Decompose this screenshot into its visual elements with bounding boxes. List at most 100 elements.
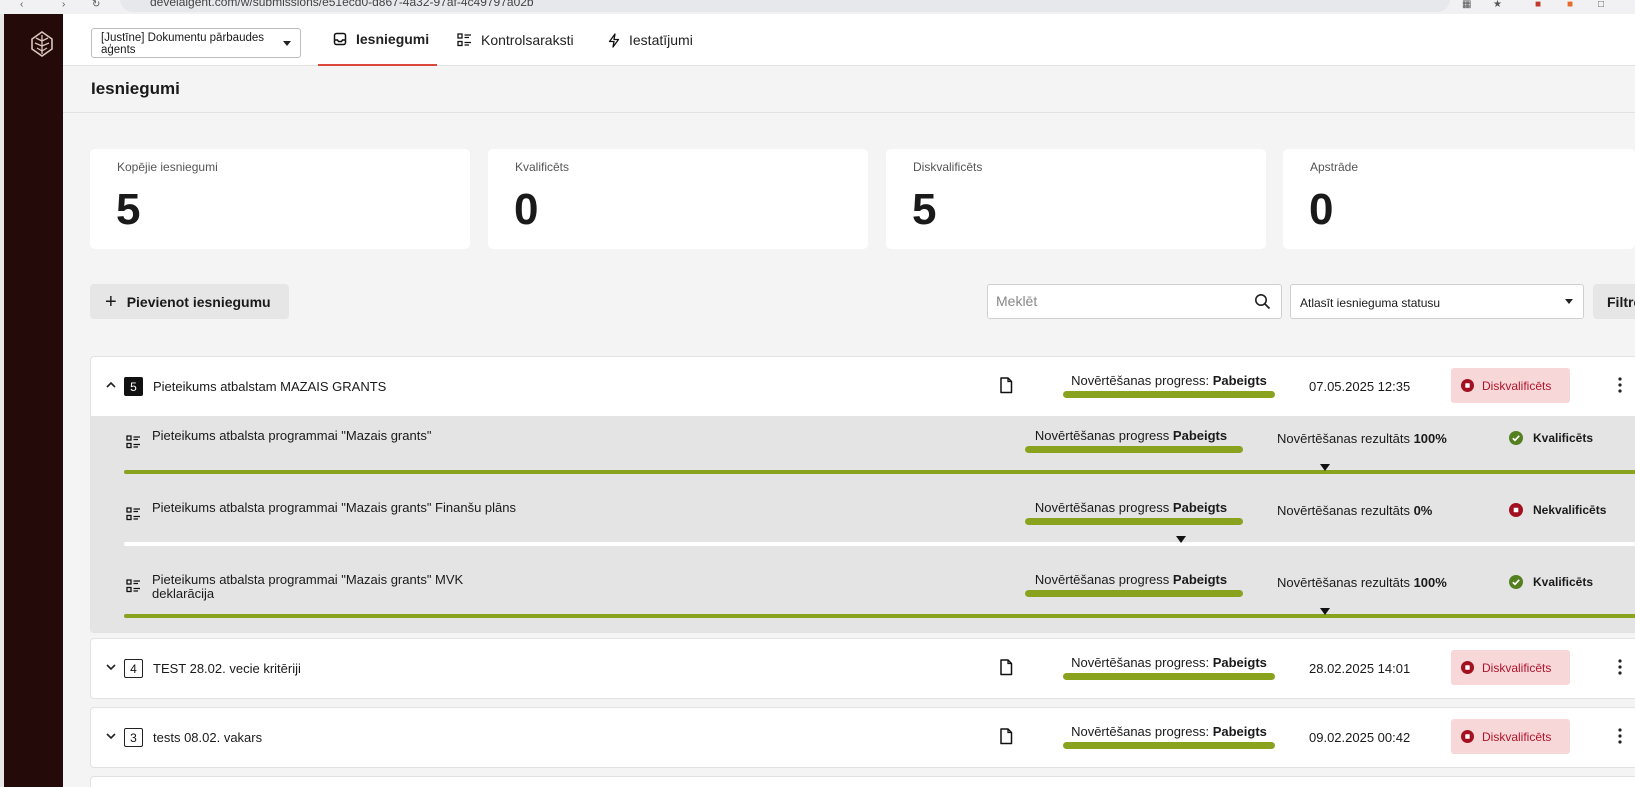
status-badge: Diskvalificēts [1451,650,1570,685]
document-row[interactable]: Pieteikums atbalsta programmai "Mazais g… [91,416,1635,488]
submission-date: 07.05.2025 12:35 [1309,379,1411,394]
status-label: Diskvalificēts [1482,378,1552,393]
address-text: develaigent.com/w/submissions/e51ecd0-d8… [150,0,534,9]
result-marker [1176,536,1186,543]
progress-bar [1063,673,1275,680]
submission-number: 3 [124,728,143,747]
forward-icon[interactable]: › [62,0,65,10]
progress-label: Novērtēšanas progress: [1071,724,1210,739]
lightning-icon [608,32,620,48]
tab-label: Iesniegumi [356,31,430,47]
document-progress: Novērtēšanas progress Pabeigts [1021,572,1243,597]
submission-card: 4 TEST 28.02. vecie kritēriji Novērtēšan… [90,638,1635,699]
document-status: Kvalificēts [1509,431,1593,445]
document-status: Nekvalificēts [1509,503,1606,517]
agent-select-value: [Justīne] Dokumentu pārbaudes aģents [101,32,265,56]
leaf-logo-icon[interactable] [28,30,56,58]
evaluation-result: Novērtēšanas rezultāts 100% [1277,431,1447,446]
progress-bar [1025,518,1243,525]
back-icon[interactable]: ‹ [20,0,23,10]
stat-label: Apstrāde [1310,160,1359,174]
result-marker [1320,464,1330,471]
search-input[interactable] [996,293,1236,309]
tab-kontrolsaraksti[interactable]: Kontrolsaraksti [457,14,574,66]
checklist-icon [126,435,140,449]
result-label: Novērtēšanas rezultāts [1277,503,1410,518]
x-circle-icon [1509,503,1523,517]
plus-icon: + [105,290,117,313]
stat-label: Diskvalificēts [913,160,983,174]
submission-row[interactable]: 3 tests 08.02. vakars Novērtēšanas progr… [91,708,1635,767]
stat-label: Kvalificēts [515,160,570,174]
document-icon[interactable] [999,659,1013,676]
chevron-up-icon[interactable] [105,379,117,391]
more-vertical-icon[interactable] [1618,377,1622,393]
filter-button[interactable]: Filtrēt [1593,284,1635,319]
page-header: Iesniegumi [63,66,1635,113]
x-circle-icon [1461,661,1474,674]
translate-icon[interactable]: ▦ [1462,0,1471,10]
caret-down-icon [1565,299,1573,304]
status-badge: Diskvalificēts [1451,719,1570,754]
address-bar[interactable]: develaigent.com/w/submissions/e51ecd0-d8… [120,0,1450,12]
submission-row[interactable]: 4 TEST 28.02. vecie kritēriji Novērtēšan… [91,639,1635,698]
chevron-down-icon[interactable] [105,730,117,742]
document-icon[interactable] [999,377,1013,394]
search-icon[interactable] [1254,293,1271,310]
status-badge: Diskvalificēts [1451,368,1570,403]
progress-label: Novērtēšanas progress: [1071,373,1210,388]
stat-value: 0 [514,185,539,234]
reload-icon[interactable]: ↻ [92,0,100,10]
browser-menu-icon[interactable]: □ [1598,0,1604,10]
status-select[interactable]: Atlasīt iesnieguma statusu [1290,284,1584,319]
x-circle-icon [1461,379,1474,392]
evaluation-result: Novērtēšanas rezultāts 100% [1277,575,1447,590]
progress-status: Pabeigts [1212,655,1267,670]
extension-icon[interactable]: ■ [1535,0,1541,10]
tab-iestatijumi[interactable]: Iestatījumi [608,14,693,66]
stat-value: 5 [912,185,937,234]
document-row[interactable]: Pieteikums atbalsta programmai "Mazais g… [91,488,1635,560]
stat-card-processing: Apstrāde 0 [1283,149,1635,249]
inbox-icon [333,32,347,46]
chevron-down-icon[interactable] [105,661,117,673]
result-marker [1320,608,1330,615]
tab-iesniegumi[interactable]: Iesniegumi [318,14,437,66]
agent-select[interactable]: [Justīne] Dokumentu pārbaudes aģents [91,28,301,58]
stat-card-qualified: Kvalificēts 0 [488,149,868,249]
caret-down-icon [283,41,291,46]
document-icon[interactable] [999,728,1013,745]
stat-value: 5 [116,185,141,234]
submission-card: 5 Pieteikums atbalstam MAZAIS GRANTS Nov… [90,356,1635,633]
progress-bar [1063,391,1275,398]
extension-icon-2[interactable]: ■ [1567,0,1573,10]
progress-status: Pabeigts [1172,500,1228,515]
result-track [124,470,1635,474]
checklist-icon [126,579,140,593]
tab-label: Iestatījumi [629,32,693,48]
result-track [124,542,1635,546]
check-circle-icon [1509,431,1523,445]
evaluation-result: Novērtēšanas rezultāts 0% [1277,503,1432,518]
result-value: 100% [1413,431,1447,446]
submission-number: 5 [124,377,143,396]
progress-status: Pabeigts [1172,428,1228,443]
result-value: 100% [1413,575,1447,590]
stat-label: Kopējie iesniegumi [117,160,218,174]
document-row[interactable]: Pieteikums atbalsta programmai "Mazais g… [91,560,1635,632]
evaluation-progress: Novērtēšanas progress: Pabeigts [1063,373,1275,398]
submission-row[interactable]: 5 Pieteikums atbalstam MAZAIS GRANTS Nov… [91,357,1635,416]
bookmark-star-icon[interactable]: ★ [1493,0,1502,10]
tab-label: Kontrolsaraksti [481,32,574,48]
add-submission-button[interactable]: + Pievienot iesniegumu [90,284,289,319]
progress-label: Novērtēšanas progress: [1071,655,1210,670]
more-vertical-icon[interactable] [1618,728,1622,744]
stat-card-disqualified: Diskvalificēts 5 [886,149,1266,249]
more-vertical-icon[interactable] [1618,659,1622,675]
document-status: Kvalificēts [1509,575,1593,589]
document-title: Pieteikums atbalsta programmai "Mazais g… [152,428,432,443]
evaluation-progress: Novērtēšanas progress: Pabeigts [1063,724,1275,749]
result-label: Novērtēšanas rezultāts [1277,575,1410,590]
submission-title: TEST 28.02. vecie kritēriji [153,661,301,676]
submission-date: 09.02.2025 00:42 [1309,730,1411,745]
